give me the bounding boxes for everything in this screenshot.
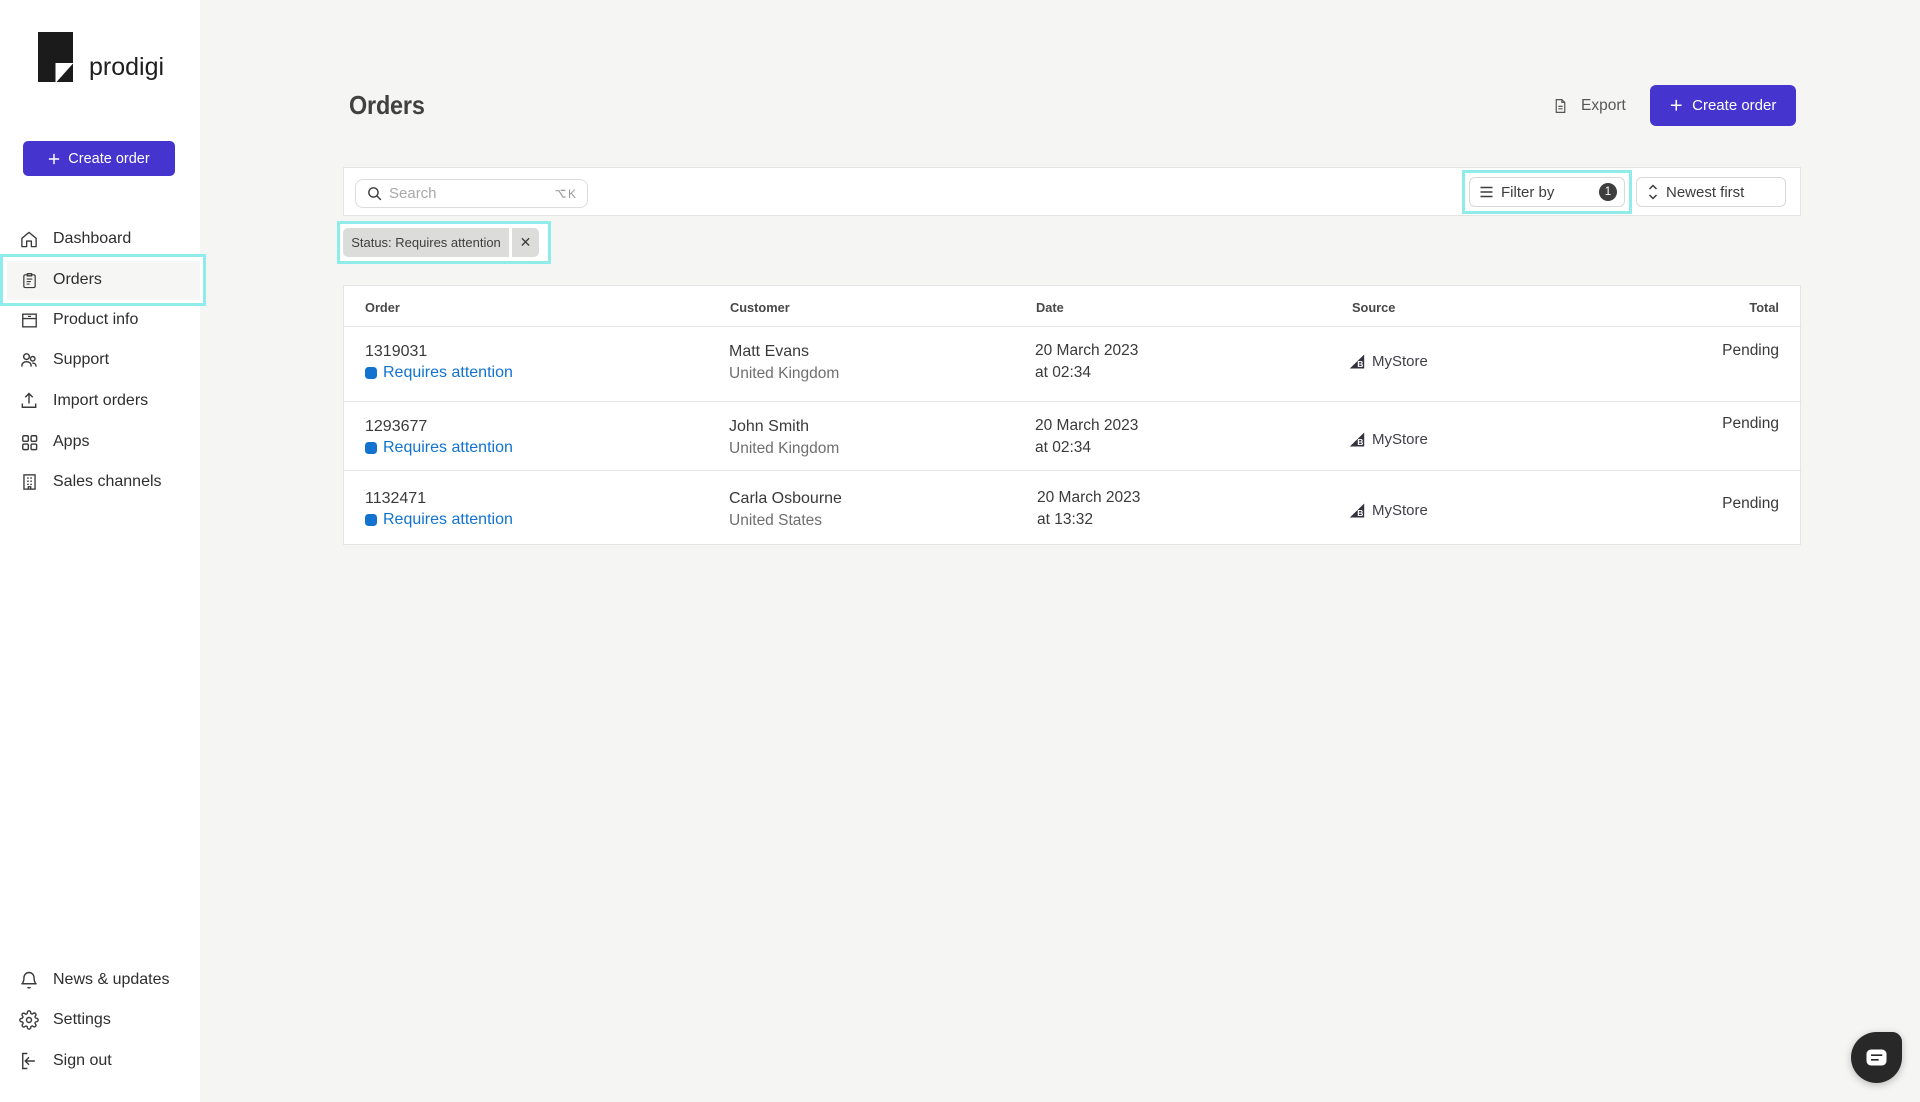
svg-text:B: B [1357, 359, 1363, 369]
svg-text:B: B [1357, 437, 1363, 447]
svg-text:B: B [1357, 508, 1363, 518]
